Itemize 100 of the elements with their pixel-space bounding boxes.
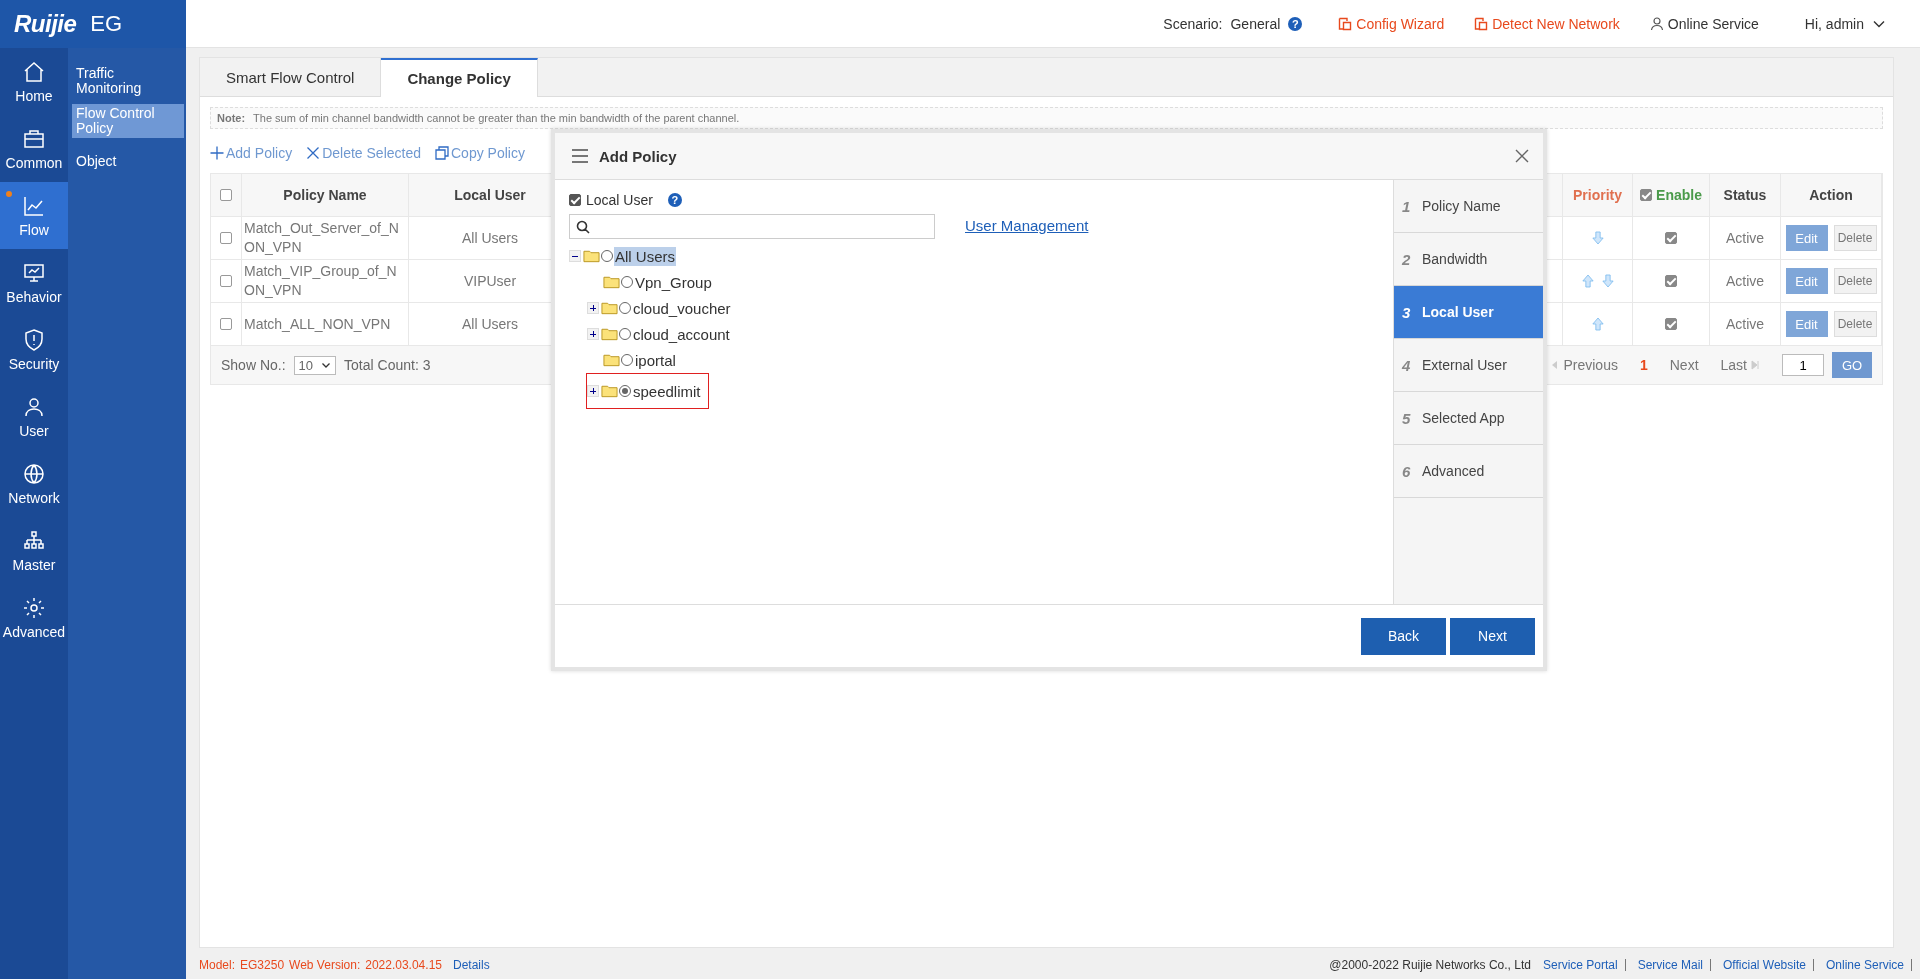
folder-icon — [583, 249, 600, 263]
enable-all-checkbox[interactable] — [1640, 189, 1653, 201]
table-cell: Match_ALL_NON_VPN — [242, 303, 409, 345]
select-all-checkbox[interactable] — [220, 189, 232, 201]
person-icon — [1649, 16, 1664, 31]
enable-checkbox[interactable] — [1665, 318, 1677, 330]
nav-item[interactable]: Advanced — [0, 584, 68, 651]
subnav-item[interactable]: Traffic Monitoring — [72, 64, 184, 98]
page-input[interactable]: 1 — [1782, 354, 1824, 376]
folder-icon — [603, 353, 620, 367]
tree-toggle[interactable] — [587, 302, 599, 314]
window-icon — [1474, 16, 1489, 31]
header-link[interactable]: Config Wizard — [1338, 15, 1445, 32]
column-header: Policy Name — [242, 174, 409, 216]
window-icon — [1338, 16, 1353, 31]
subnav-item[interactable]: Object — [72, 144, 184, 178]
tree-node-label[interactable]: Vpn_Group — [634, 272, 713, 292]
shield-icon — [22, 327, 46, 352]
home-icon — [22, 59, 46, 84]
row-checkbox[interactable] — [220, 275, 232, 287]
copyright-text: @2000-2022 Ruijie Networks Co., Ltd — [1329, 957, 1531, 972]
user-menu[interactable]: Hi, admin — [1804, 15, 1886, 32]
help-icon[interactable]: ? — [1288, 16, 1303, 31]
nav-item[interactable]: Network — [0, 450, 68, 517]
tree-toggle[interactable] — [569, 250, 581, 262]
close-icon[interactable] — [1515, 149, 1529, 163]
table-cell: Active — [1710, 260, 1781, 302]
column-header: Action — [1781, 174, 1882, 216]
last-link[interactable]: Last — [1720, 357, 1760, 373]
help-icon[interactable]: ? — [667, 193, 682, 207]
total-count: Total Count: 3 — [344, 357, 431, 373]
page-size-select[interactable]: 10 — [293, 355, 337, 375]
user-management-link[interactable]: User Management — [965, 217, 1089, 234]
nav-item[interactable]: User — [0, 383, 68, 450]
folder-icon — [603, 275, 620, 289]
product-name: EG — [90, 10, 123, 37]
row-checkbox[interactable] — [220, 318, 232, 330]
tab[interactable]: Change Policy — [381, 58, 538, 97]
row-checkbox[interactable] — [220, 232, 232, 244]
details-link[interactable]: Details — [453, 957, 490, 972]
globe-icon — [22, 461, 46, 486]
model-label: Model: — [199, 957, 236, 972]
folder-icon — [601, 301, 618, 315]
delete-button[interactable]: Delete — [1833, 311, 1877, 337]
nav-item[interactable]: Home — [0, 48, 68, 115]
gear-icon — [22, 595, 46, 620]
version-value: 2022.03.04.15 — [365, 957, 442, 972]
footer-link[interactable]: Official Website — [1716, 958, 1814, 971]
close-icon — [306, 146, 321, 160]
footer-link[interactable]: Service Mail — [1630, 958, 1712, 971]
version-label: Web Version: — [289, 957, 361, 972]
online-service-link[interactable]: Online Service — [1649, 15, 1759, 32]
tree-toggle[interactable] — [587, 385, 599, 397]
nav-item[interactable]: Security — [0, 316, 68, 383]
nav-item[interactable]: Flow — [0, 182, 68, 249]
table-cell: Active — [1710, 303, 1781, 345]
footer-link[interactable]: Online Service — [1818, 958, 1912, 971]
header-link[interactable]: Detect New Network — [1474, 15, 1620, 32]
page-size-label: Show No.: — [221, 357, 286, 373]
copy-icon — [435, 146, 449, 160]
tree-node-label[interactable]: All Users — [614, 246, 676, 266]
column-header: Status — [1710, 174, 1781, 216]
tree-node-label[interactable]: cloud_voucher — [632, 298, 732, 318]
tree-node-label[interactable]: speedlimit — [632, 381, 702, 401]
nav-item[interactable]: Common — [0, 115, 68, 182]
enable-checkbox[interactable] — [1665, 275, 1677, 287]
delete-button[interactable]: Delete — [1833, 268, 1877, 294]
next-button[interactable]: Next — [1450, 617, 1535, 655]
enable-checkbox[interactable] — [1665, 232, 1677, 244]
nav-item[interactable]: Behavior — [0, 249, 68, 316]
local-user-checkbox[interactable] — [569, 194, 581, 206]
footer-link[interactable]: Service Portal — [1535, 958, 1626, 971]
folder-icon — [601, 327, 618, 341]
table-cell: Match_Out_Server_of_NON_VPN — [242, 217, 409, 259]
page-number[interactable]: 1 — [1639, 357, 1648, 373]
wizard-step[interactable]: 1 Policy Name — [1394, 180, 1543, 233]
column-header: Priority — [1563, 174, 1633, 216]
table-cell: Active — [1710, 217, 1781, 259]
model-value: EG3250 — [240, 957, 285, 972]
search-icon — [576, 219, 590, 234]
column-header: Enable — [1656, 187, 1702, 203]
nav-item[interactable]: Master — [0, 517, 68, 584]
back-button[interactable]: Back — [1361, 617, 1446, 655]
previous-link[interactable]: Previous — [1550, 357, 1618, 373]
note-label: Note: — [217, 112, 246, 124]
wizard-step[interactable]: 6 Advanced — [1394, 445, 1543, 498]
checkbox-label: Local User — [586, 192, 653, 208]
logo: Ruijie — [14, 9, 77, 38]
tree-node-label[interactable]: iportal — [634, 350, 677, 370]
wizard-step[interactable]: 4 External User — [1394, 339, 1543, 392]
wizard-step[interactable]: 5 Selected App — [1394, 392, 1543, 445]
delete-button[interactable]: Delete — [1833, 225, 1877, 251]
search-field[interactable] — [569, 214, 935, 239]
next-link[interactable]: Next — [1669, 357, 1699, 373]
scenario-label: Scenario: — [1163, 15, 1223, 32]
skip-end-icon — [1750, 360, 1760, 370]
tree-node-label[interactable]: cloud_account — [632, 324, 731, 344]
wizard-step[interactable]: 3 Local User — [1394, 286, 1543, 339]
dialog-title: Add Policy — [599, 147, 677, 165]
tree-toggle[interactable] — [587, 328, 599, 340]
